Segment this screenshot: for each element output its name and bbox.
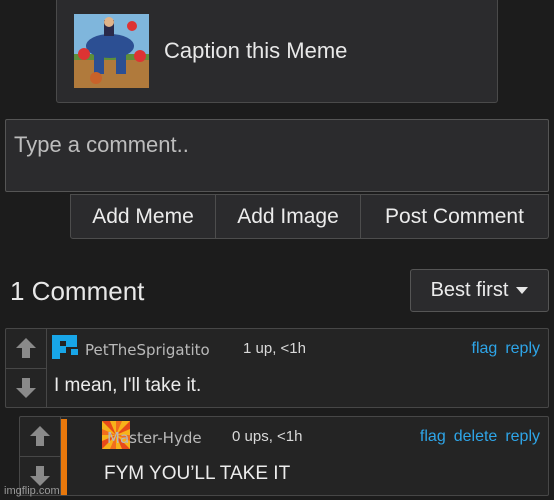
comment: PetTheSprigatito 1 up, <1h flag reply I … bbox=[5, 328, 549, 408]
comment-actions: flag reply bbox=[472, 340, 540, 358]
flag-link[interactable]: flag bbox=[472, 340, 498, 358]
comment-meta: 0 ups, <1h bbox=[232, 428, 303, 445]
downvote-button[interactable] bbox=[6, 367, 46, 408]
imgflip-watermark: imgflip.com bbox=[4, 485, 60, 497]
comment-username[interactable]: PetTheSprigatito bbox=[85, 341, 210, 359]
user-avatar-icon[interactable] bbox=[51, 333, 79, 361]
delete-link[interactable]: delete bbox=[454, 428, 498, 446]
post-comment-button[interactable]: Post Comment bbox=[361, 194, 549, 239]
comment-count-heading: 1 Comment bbox=[10, 276, 145, 306]
add-meme-button[interactable]: Add Meme bbox=[70, 194, 216, 239]
sort-order-label: Best first bbox=[430, 279, 509, 301]
comment-actions-group: Add Meme Add Image Post Comment bbox=[70, 194, 549, 239]
reply-link[interactable]: reply bbox=[505, 340, 540, 358]
arrow-up-icon bbox=[16, 338, 36, 359]
caret-down-icon bbox=[516, 287, 529, 294]
vote-column bbox=[20, 417, 61, 495]
comment-text: I mean, I'll take it. bbox=[54, 375, 202, 396]
comment-actions: flag delete reply bbox=[420, 428, 540, 446]
meme-thumbnail[interactable] bbox=[74, 14, 149, 88]
caption-this-meme-card[interactable]: Caption this Meme bbox=[56, 0, 498, 103]
caption-this-meme-label[interactable]: Caption this Meme bbox=[164, 38, 347, 64]
comment-reply: Master-Hyde 0 ups, <1h flag delete reply… bbox=[19, 416, 549, 496]
arrow-down-icon bbox=[16, 377, 36, 398]
own-comment-accent-bar bbox=[61, 419, 67, 495]
upvote-button[interactable] bbox=[6, 329, 46, 368]
flag-link[interactable]: flag bbox=[420, 428, 446, 446]
arrow-up-icon bbox=[30, 426, 50, 447]
add-image-button[interactable]: Add Image bbox=[216, 194, 361, 239]
comment-meta: 1 up, <1h bbox=[243, 340, 306, 357]
vote-column bbox=[6, 329, 47, 407]
comment-text: FYM YOU’LL TAKE IT bbox=[104, 463, 291, 484]
arrow-down-icon bbox=[30, 465, 50, 486]
comment-username[interactable]: Master-Hyde bbox=[107, 429, 202, 447]
upvote-button[interactable] bbox=[20, 417, 60, 456]
reply-link[interactable]: reply bbox=[505, 428, 540, 446]
sort-order-dropdown[interactable]: Best first bbox=[410, 269, 549, 312]
comment-input[interactable] bbox=[5, 119, 549, 192]
